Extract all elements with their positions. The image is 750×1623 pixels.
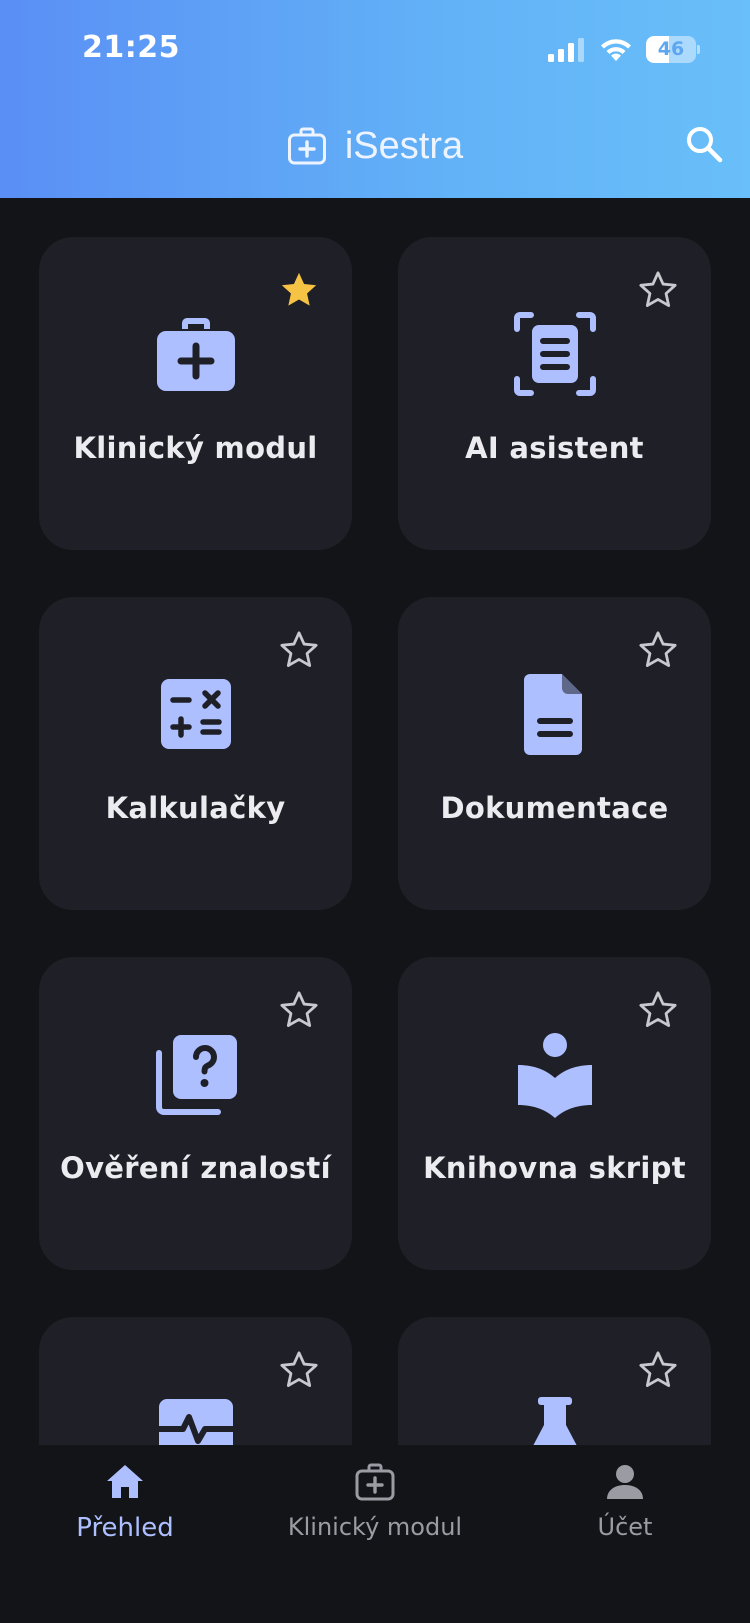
tile-monitoring[interactable] xyxy=(39,1317,352,1445)
medical-kit-icon xyxy=(156,318,235,391)
tile-label: Knihovna skript xyxy=(423,1151,686,1185)
cellular-signal-icon xyxy=(548,38,584,62)
tab-label: Přehled xyxy=(76,1513,174,1543)
tab-prehled[interactable]: Přehled xyxy=(0,1461,250,1561)
tile-label: AI asistent xyxy=(465,431,644,465)
star-outline-icon[interactable] xyxy=(278,629,320,671)
tab-ucet[interactable]: Účet xyxy=(500,1461,750,1561)
tile-knihovna-skript[interactable]: Knihovna skript xyxy=(398,957,711,1270)
star-filled-icon[interactable] xyxy=(278,269,320,311)
star-outline-icon[interactable] xyxy=(637,629,679,671)
module-grid: Klinický modul AI asistent Kalkulačky Do… xyxy=(39,237,711,1445)
tile-label: Kalkulačky xyxy=(105,791,286,825)
medical-kit-icon xyxy=(287,127,326,165)
tile-dokumentace[interactable]: Dokumentace xyxy=(398,597,711,910)
tab-label: Klinický modul xyxy=(287,1513,463,1541)
tile-ai-asistent[interactable]: AI asistent xyxy=(398,237,711,550)
tile-laborator[interactable] xyxy=(398,1317,711,1445)
wifi-icon xyxy=(601,39,631,61)
star-outline-icon[interactable] xyxy=(637,1349,679,1391)
app-header: 21:25 46 iSestra xyxy=(0,0,750,198)
tile-label: Klinický modul xyxy=(73,431,318,465)
quiz-icon xyxy=(155,1035,237,1115)
app-title: iSestra xyxy=(344,124,464,167)
tab-label: Účet xyxy=(597,1513,653,1541)
document-icon xyxy=(523,674,582,755)
reading-icon xyxy=(517,1033,592,1118)
battery-percent: 46 xyxy=(657,38,685,60)
tab-klinicky-modul[interactable]: Klinický modul xyxy=(250,1461,500,1561)
star-outline-icon[interactable] xyxy=(637,269,679,311)
home-icon xyxy=(107,1465,143,1498)
calculator-icon xyxy=(160,679,231,749)
tile-label: Dokumentace xyxy=(440,791,669,825)
document-scan-icon xyxy=(513,312,596,396)
tile-klinicky-modul[interactable]: Klinický modul xyxy=(39,237,352,550)
lab-flask-icon xyxy=(532,1397,577,1445)
status-time: 21:25 xyxy=(82,30,180,65)
search-icon[interactable] xyxy=(684,124,724,164)
star-outline-icon[interactable] xyxy=(278,1349,320,1391)
battery-indicator: 46 xyxy=(646,36,700,63)
person-icon xyxy=(607,1465,643,1499)
medical-kit-icon xyxy=(355,1463,395,1501)
star-outline-icon[interactable] xyxy=(637,989,679,1031)
app-title-group: iSestra xyxy=(0,118,750,174)
star-outline-icon[interactable] xyxy=(278,989,320,1031)
tile-label: Ověření znalostí xyxy=(60,1151,331,1185)
bottom-tab-bar: Přehled Klinický modul Účet xyxy=(0,1445,750,1623)
tile-overeni-znalosti[interactable]: Ověření znalostí xyxy=(39,957,352,1270)
tile-kalkulacky[interactable]: Kalkulačky xyxy=(39,597,352,910)
monitor-heart-icon xyxy=(155,1399,236,1445)
